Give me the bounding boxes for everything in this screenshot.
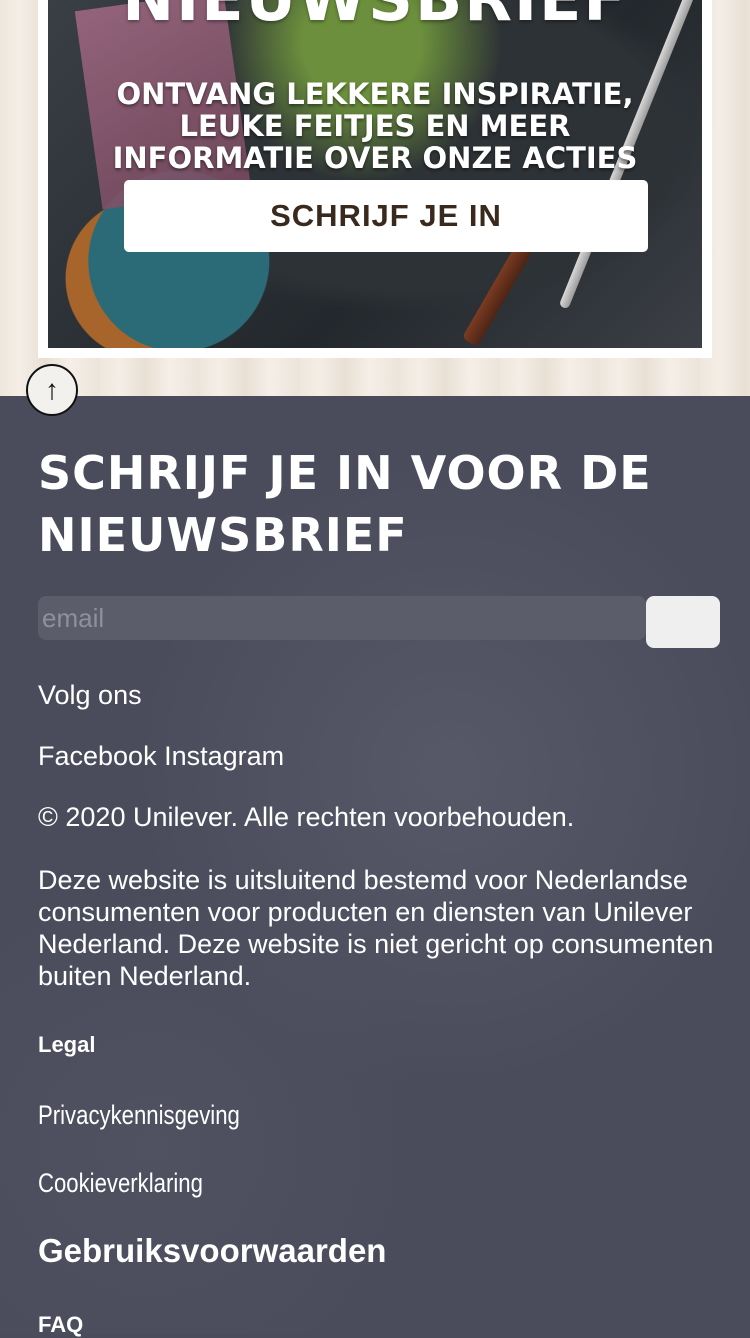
promo-subtitle-line: ONTVANG LEKKERE INSPIRATIE, [116, 77, 634, 111]
knife-decoration [461, 242, 533, 348]
promo-subtitle: ONTVANG LEKKERE INSPIRATIE, LEUKE FEITJE… [48, 78, 702, 174]
promo-subtitle-line: LEUKE FEITJES EN MEER [179, 109, 571, 143]
follow-label: Volg ons [38, 680, 142, 710]
email-submit-button[interactable] [646, 596, 720, 648]
legal-heading: Legal [38, 1032, 96, 1057]
promo-subtitle-line: INFORMATIE OVER ONZE ACTIES [112, 141, 638, 175]
privacy-link[interactable]: Privacykennisgeving [38, 1100, 240, 1131]
faq-link[interactable]: FAQ [38, 1312, 83, 1338]
back-to-top-button[interactable]: ↑ [26, 364, 78, 416]
promo-title: NIEUWSBRIEF [48, 0, 702, 35]
newsletter-title: SCHRIJF JE IN VOOR DE NIEUWSBRIEF [38, 446, 652, 562]
facebook-link[interactable]: Facebook [38, 741, 157, 771]
cookie-link[interactable]: Cookieverklaring [38, 1168, 203, 1199]
disclaimer-text: Deze website is uitsluitend bestemd voor… [38, 865, 714, 991]
instagram-link[interactable]: Instagram [164, 741, 284, 771]
social-links: Facebook Instagram [38, 741, 284, 772]
promo-food-image: NIEUWSBRIEF ONTVANG LEKKERE INSPIRATIE, … [48, 0, 702, 348]
subscribe-cta-button[interactable]: SCHRIJF JE IN [124, 180, 648, 252]
site-footer: SCHRIJF JE IN VOOR DE NIEUWSBRIEF Volg o… [0, 396, 750, 1337]
terms-link[interactable]: Gebruiksvoorwaarden [38, 1232, 386, 1270]
copyright-text: © 2020 Unilever. Alle rechten voorbehoud… [38, 802, 575, 832]
promo-section: NIEUWSBRIEF ONTVANG LEKKERE INSPIRATIE, … [0, 0, 750, 416]
promo-banner-frame: NIEUWSBRIEF ONTVANG LEKKERE INSPIRATIE, … [38, 0, 712, 358]
arrow-up-icon: ↑ [45, 374, 59, 405]
email-input[interactable] [38, 596, 646, 640]
